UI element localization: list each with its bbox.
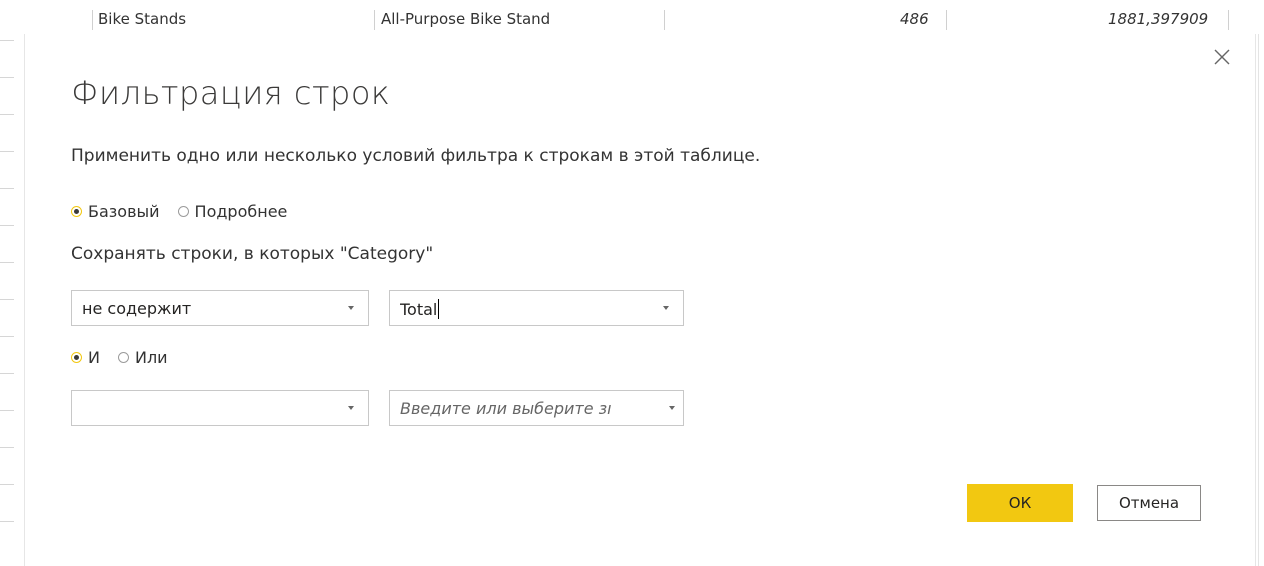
radio-or[interactable]: Или: [117, 348, 168, 367]
chevron-down-icon: [663, 306, 669, 310]
cell-product: All-Purpose Bike Stand: [381, 10, 551, 28]
column-separator: [374, 10, 375, 30]
radio-basic[interactable]: Базовый: [71, 202, 160, 221]
column-separator: [1228, 10, 1229, 30]
mode-radio-group: Базовый Подробнее: [71, 202, 305, 221]
column-separator: [92, 10, 93, 30]
radio-or-label: Или: [134, 348, 168, 367]
radio-button-icon: [177, 206, 189, 217]
chevron-down-icon: [348, 406, 354, 410]
column-separator: [664, 10, 665, 30]
text-caret: [438, 299, 440, 319]
radio-button-icon: [71, 352, 82, 363]
cell-quantity: 486: [900, 10, 929, 28]
radio-advanced[interactable]: Подробнее: [177, 202, 288, 221]
close-button[interactable]: [1209, 44, 1235, 70]
radio-and-label: И: [88, 348, 100, 367]
logic-radio-group: И Или: [71, 348, 186, 367]
condition2-value-combobox[interactable]: Введите или выберите зı: [389, 390, 684, 426]
radio-button-icon: [117, 352, 129, 363]
dialog-description: Применить одно или несколько условий фил…: [71, 146, 761, 166]
filter-rows-dialog: Фильтрация строк Применить одно или неск…: [24, 34, 1256, 566]
radio-button-icon: [71, 206, 82, 217]
cell-category: Bike Stands: [98, 10, 187, 28]
chevron-down-icon: [669, 406, 675, 410]
radio-basic-label: Базовый: [88, 202, 160, 221]
cell-amount: 1881,397909: [1108, 10, 1209, 28]
condition2-value-placeholder: Введите или выберите зı: [400, 399, 612, 418]
background-table-row: Bike Stands All-Purpose Bike Stand 486 1…: [0, 0, 1264, 34]
dialog-title: Фильтрация строк: [71, 74, 391, 112]
radio-and[interactable]: И: [71, 348, 100, 367]
condition1-operator-value: не содержит: [82, 299, 192, 318]
condition1-value: Total: [400, 300, 438, 319]
chevron-down-icon: [348, 306, 354, 310]
radio-advanced-label: Подробнее: [194, 202, 288, 221]
column-separator: [946, 10, 947, 30]
close-icon: [1214, 49, 1230, 65]
condition1-operator-select[interactable]: не содержит: [71, 290, 369, 326]
ok-button[interactable]: ОК: [967, 484, 1073, 522]
keep-rows-label: Сохранять строки, в которых "Category": [71, 244, 434, 264]
condition2-operator-select[interactable]: [71, 390, 369, 426]
condition1-value-combobox[interactable]: Total: [389, 290, 684, 326]
cancel-button[interactable]: Отмена: [1097, 485, 1201, 521]
